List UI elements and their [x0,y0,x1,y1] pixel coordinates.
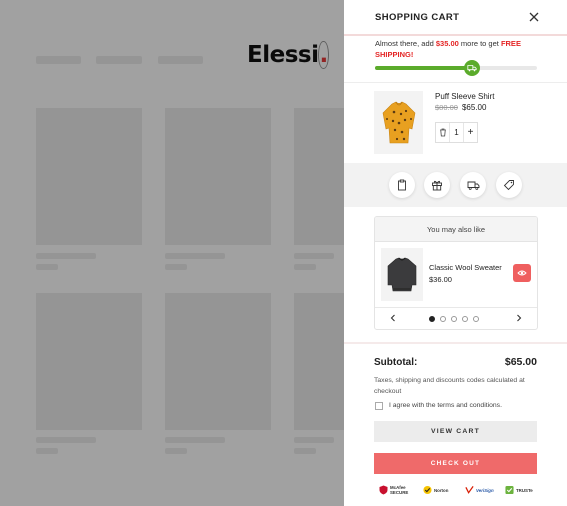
view-cart-button[interactable]: VIEW CART [374,421,537,442]
suggestions-heading: You may also like [375,217,537,242]
product-thumbnail[interactable] [374,91,423,154]
carousel-dot[interactable] [462,316,468,322]
shipping-truck-icon[interactable] [460,172,486,198]
mcafee-badge: McAfee SECURE [379,484,410,496]
divider [375,307,537,308]
carousel-dot[interactable] [440,316,446,322]
terms-checkbox[interactable] [375,402,383,410]
trash-icon[interactable] [436,123,450,142]
cart-tools-bar [344,163,567,207]
cart-item-name[interactable]: Puff Sleeve Shirt [435,92,494,101]
norton-badge: Norton [423,484,448,496]
suggestions-box: You may also like Classic Wool Sweater $… [374,216,538,330]
coupon-tag-icon[interactable] [496,172,522,198]
tax-note: Taxes, shipping and discounts codes calc… [374,377,525,395]
subtotal-value: $65.00 [504,356,537,368]
subtotal-label: Subtotal: [374,357,418,368]
shipping-progress-fill [375,66,473,70]
verisign-badge: VeriSign [465,484,494,496]
carousel-dot[interactable] [473,316,479,322]
close-icon[interactable] [527,10,541,24]
carousel-dot[interactable] [429,316,435,322]
suggested-product-name[interactable]: Classic Wool Sweater [429,263,502,272]
terms-label[interactable]: I agree with the terms and conditions. [389,402,502,409]
checkout-button[interactable]: CHECK OUT [374,453,537,474]
gift-icon[interactable] [424,172,450,198]
eye-icon[interactable] [513,264,531,282]
quantity-plus-button[interactable]: + [463,123,477,142]
chevron-left-icon[interactable] [387,312,399,324]
carousel-dot[interactable] [451,316,457,322]
shipping-progress-bar [375,66,537,70]
current-price: $65.00 [461,103,487,112]
suggested-product-price: $36.00 [429,275,452,284]
chevron-right-icon[interactable] [513,312,525,324]
note-icon[interactable] [389,172,415,198]
divider [344,82,567,83]
trust-badges: McAfee SECURE Norton VeriSign TRUSTe [379,484,539,497]
free-shipping-message: Almost there, add $35.00 more to get FRE… [375,39,521,59]
carousel-dots [429,316,479,322]
cart-header: SHOPPING CART [344,0,567,36]
old-price: $80.00 [435,103,458,112]
suggested-product-thumbnail[interactable] [381,248,423,301]
truste-badge: TRUSTe [505,484,533,496]
cart-drawer: SHOPPING CART Almost there, add $35.00 m… [344,0,567,506]
cart-item-price: $80.00 $65.00 [435,103,486,112]
quantity-value[interactable]: 1 [450,123,463,142]
quantity-stepper: 1 + [435,122,478,143]
divider [344,342,567,344]
truck-icon [464,60,480,76]
cart-title: SHOPPING CART [375,12,460,23]
